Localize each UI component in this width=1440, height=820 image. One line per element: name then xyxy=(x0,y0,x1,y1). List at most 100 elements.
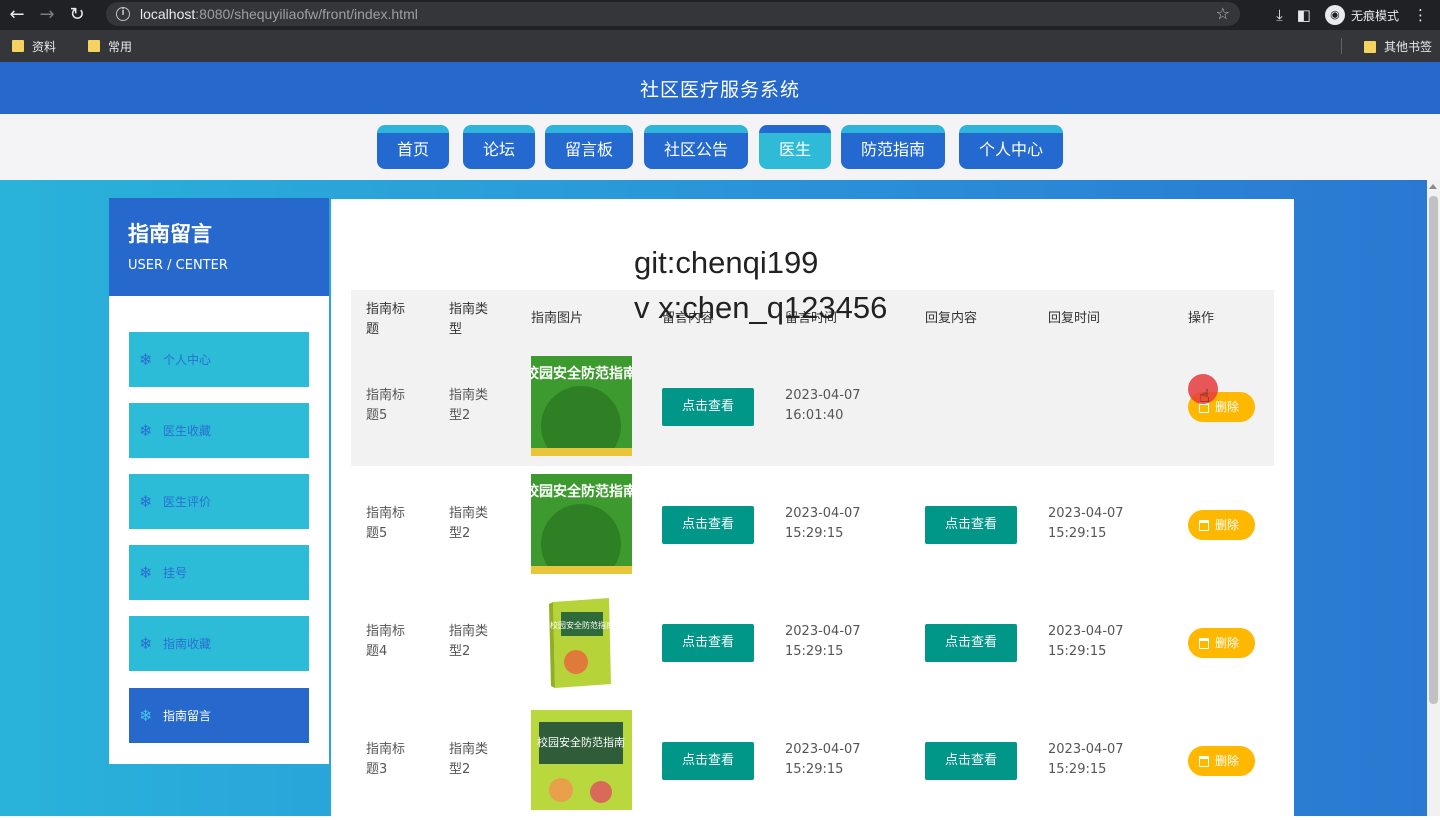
watermark-line2: v x:chen_q123456 xyxy=(634,290,888,325)
pointer-hand-icon: ☝ xyxy=(1199,386,1210,407)
trash-icon xyxy=(1199,519,1209,531)
url-text: localhost:8080/shequyiliaofw/front/index… xyxy=(140,6,418,22)
row-type: 指南类型2 xyxy=(449,742,489,777)
view-message-button[interactable]: 点击查看 xyxy=(662,388,754,426)
other-bookmarks[interactable]: 其他书签 xyxy=(1363,38,1432,55)
download-icon[interactable]: ⤓ xyxy=(1276,6,1283,24)
snowflake-icon: ❄ xyxy=(139,563,153,582)
table-row: 指南标题5 指南类型2 校园安全防范指南 点击查看 2023-04-07 16:… xyxy=(351,348,1274,466)
sidebar-item-label: 指南收藏 xyxy=(163,637,212,651)
row-title: 指南标题5 xyxy=(366,506,406,541)
scroll-up-icon[interactable] xyxy=(1429,184,1437,189)
snowflake-icon: ❄ xyxy=(139,350,153,369)
delete-button[interactable]: 删除 xyxy=(1188,746,1255,776)
sidebar-item-label: 指南留言 xyxy=(163,709,212,723)
col-header-type: 指南类型 xyxy=(449,302,489,337)
guide-thumbnail: 校园安全防范指南 xyxy=(531,710,632,810)
site-info-icon[interactable]: i xyxy=(116,7,130,21)
thumbnail-text: 校园安全防范指南 xyxy=(531,483,632,500)
content-panel: git:chenqi199 v x:chen_q123456 指南标题 指南类型… xyxy=(331,199,1294,816)
snowflake-icon: ❄ xyxy=(139,706,153,725)
sidebar-item-guide-messages[interactable]: ❄ 指南留言 xyxy=(129,688,309,743)
view-reply-button[interactable]: 点击查看 xyxy=(925,506,1017,544)
sidebar-item-guide-favorites[interactable]: ❄ 指南收藏 xyxy=(129,616,309,671)
nav-user-center[interactable]: 个人中心 xyxy=(959,125,1063,169)
row-reply-time: 2023-04-07 15:29:15 xyxy=(1048,742,1124,777)
col-header-actions: 操作 xyxy=(1188,311,1215,326)
thumbnail-text: 校园安全防范指南 xyxy=(550,620,614,630)
row-type: 指南类型2 xyxy=(449,624,489,659)
bookmark-star-icon[interactable]: ☆ xyxy=(1216,4,1230,23)
sidebar-item-label: 医生评价 xyxy=(163,495,212,509)
sidebar-item-doctor-favorites[interactable]: ❄ 医生收藏 xyxy=(129,403,309,458)
nav-home[interactable]: 首页 xyxy=(377,125,449,169)
sidebar-item-label: 医生收藏 xyxy=(163,424,212,438)
delete-button[interactable]: 删除 xyxy=(1188,628,1255,658)
browser-toolbar: ← → ↻ i localhost:8080/shequyiliaofw/fro… xyxy=(0,0,1440,30)
nav-message-board[interactable]: 留言板 xyxy=(545,125,633,169)
bookmark-folder[interactable]: 常用 xyxy=(88,38,132,55)
messages-table: 指南标题 指南类型 指南图片 留言内容 留言时间 回复内容 回复时间 操作 指南… xyxy=(351,290,1274,820)
folder-icon xyxy=(12,40,24,52)
table-row: 指南标题3 指南类型2 校园安全防范指南 点击查看 2023-04-07 15:… xyxy=(351,702,1274,820)
incognito-label: 无痕模式 xyxy=(1350,8,1399,23)
row-type: 指南类型2 xyxy=(449,388,489,423)
folder-icon xyxy=(1363,40,1376,53)
snowflake-icon: ❄ xyxy=(139,492,153,511)
col-header-reply-time: 回复时间 xyxy=(1048,311,1101,326)
view-message-button[interactable]: 点击查看 xyxy=(662,742,754,780)
scrollbar-thumb[interactable] xyxy=(1429,196,1438,704)
table-row: 指南标题5 指南类型2 校园安全防范指南 点击查看 2023-04-07 15:… xyxy=(351,466,1274,584)
trash-icon xyxy=(1199,755,1209,767)
col-header-title: 指南标题 xyxy=(366,302,406,337)
view-reply-button[interactable]: 点击查看 xyxy=(925,742,1017,780)
nav-doctor[interactable]: 医生 xyxy=(759,125,831,169)
bookmarks-bar: 资料 常用 其他书签 xyxy=(0,30,1440,62)
folder-icon xyxy=(88,40,101,52)
site-title: 社区医疗服务系统 xyxy=(639,78,800,101)
user-sidebar: 指南留言 USER / CENTER ❄ 个人中心 ❄ 医生收藏 ❄ 医生评价 … xyxy=(109,198,329,764)
sidebar-item-label: 个人中心 xyxy=(163,353,212,367)
nav-announcements[interactable]: 社区公告 xyxy=(644,125,748,169)
sidebar-item-user-center[interactable]: ❄ 个人中心 xyxy=(129,332,309,387)
sidepanel-icon[interactable]: ◧ xyxy=(1297,6,1311,24)
reload-icon[interactable]: ↻ xyxy=(64,2,90,28)
row-message-time: 2023-04-07 15:29:15 xyxy=(785,742,861,777)
row-message-time: 2023-04-07 15:29:15 xyxy=(785,624,861,659)
incognito-indicator[interactable]: ◉ 无痕模式 xyxy=(1324,5,1399,25)
sidebar-title: 指南留言 xyxy=(128,222,212,246)
row-reply-time: 2023-04-07 15:29:15 xyxy=(1048,624,1124,659)
nav-forum[interactable]: 论坛 xyxy=(463,125,535,169)
guide-thumbnail: 校园安全防范指南 xyxy=(531,474,632,574)
col-header-image: 指南图片 xyxy=(531,311,584,326)
col-header-reply: 回复内容 xyxy=(925,311,978,326)
back-icon[interactable]: ← xyxy=(4,2,30,28)
sidebar-item-doctor-reviews[interactable]: ❄ 医生评价 xyxy=(129,474,309,529)
main-nav: 首页 论坛 留言板 社区公告 医生 防范指南 个人中心 xyxy=(0,114,1440,180)
bookmark-separator xyxy=(1341,38,1342,54)
site-header: 社区医疗服务系统 xyxy=(0,62,1440,114)
row-title: 指南标题3 xyxy=(366,742,406,777)
menu-icon[interactable]: ⋮ xyxy=(1413,6,1428,24)
row-title: 指南标题5 xyxy=(366,388,406,423)
view-message-button[interactable]: 点击查看 xyxy=(662,506,754,544)
row-type: 指南类型2 xyxy=(449,506,489,541)
table-row: 指南标题4 指南类型2 校园安全防范指南 点击查看 2023-04-07 15:… xyxy=(351,584,1274,702)
sidebar-item-label: 挂号 xyxy=(163,566,188,580)
address-bar[interactable]: i localhost:8080/shequyiliaofw/front/ind… xyxy=(106,2,1240,26)
nav-prevention-guide[interactable]: 防范指南 xyxy=(841,125,945,169)
view-reply-button[interactable]: 点击查看 xyxy=(925,624,1017,662)
delete-button[interactable]: 删除 xyxy=(1188,510,1255,540)
guide-thumbnail: 校园安全防范指南 xyxy=(531,356,632,456)
forward-icon[interactable]: → xyxy=(34,2,60,28)
trash-icon xyxy=(1199,637,1209,649)
view-message-button[interactable]: 点击查看 xyxy=(662,624,754,662)
bookmark-folder[interactable]: 资料 xyxy=(12,38,56,55)
incognito-icon: ◉ xyxy=(1324,5,1345,25)
guide-thumbnail: 校园安全防范指南 xyxy=(531,592,632,692)
sidebar-subtitle: USER / CENTER xyxy=(128,258,228,273)
snowflake-icon: ❄ xyxy=(139,634,153,653)
sidebar-item-registration[interactable]: ❄ 挂号 xyxy=(129,545,309,600)
row-message-time: 2023-04-07 16:01:40 xyxy=(785,388,861,423)
row-title: 指南标题4 xyxy=(366,624,406,659)
